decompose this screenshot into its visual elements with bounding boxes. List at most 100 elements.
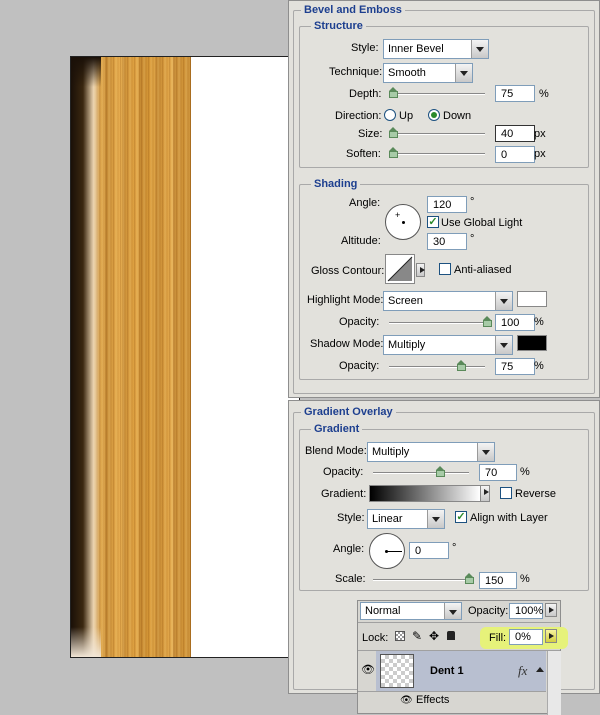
- gradient-opacity-thumb[interactable]: [436, 466, 445, 477]
- soften-unit: px: [534, 148, 546, 160]
- align-with-layer-label: Align with Layer: [470, 512, 548, 524]
- gradient-label: Gradient:: [321, 488, 367, 500]
- use-global-light-label: Use Global Light: [441, 217, 523, 229]
- altitude-label: Altitude:: [341, 235, 381, 247]
- shadow-mode-label: Shadow Mode:: [310, 338, 384, 350]
- depth-slider-track[interactable]: [389, 93, 485, 95]
- chevron-down-icon: [444, 603, 461, 619]
- highlight-color-swatch[interactable]: [517, 291, 547, 307]
- shadow-opacity-track[interactable]: [389, 366, 485, 368]
- dent-shadow-edge: [71, 57, 101, 657]
- gloss-contour-dropdown[interactable]: [416, 263, 425, 277]
- size-slider-thumb[interactable]: [389, 127, 398, 138]
- gradient-angle-dial[interactable]: [369, 533, 405, 569]
- gradient-angle-unit: °: [452, 542, 457, 554]
- use-global-light-checkbox[interactable]: ✓: [427, 216, 439, 228]
- shadow-opacity-unit: %: [534, 360, 544, 372]
- soften-slider-track[interactable]: [389, 153, 485, 155]
- layers-panel: Normal Opacity: 100% Lock: ✎ ✥ Fill: 0% …: [357, 600, 568, 715]
- gradient-opacity-unit: %: [520, 466, 530, 478]
- eye-icon[interactable]: 👁: [400, 695, 413, 706]
- shadow-color-swatch[interactable]: [517, 335, 547, 351]
- lock-all-icon[interactable]: [447, 631, 455, 640]
- gradient-angle-input[interactable]: 0: [409, 542, 449, 559]
- anti-aliased-checkbox[interactable]: [439, 263, 451, 275]
- eye-icon[interactable]: 👁: [361, 663, 375, 676]
- layer-blend-mode-select[interactable]: Normal: [360, 602, 462, 620]
- gradient-style-label: Style:: [337, 512, 365, 524]
- layer-thumbnail: [380, 654, 414, 688]
- gradient-style-select[interactable]: Linear: [367, 509, 445, 529]
- gradient-opacity-input[interactable]: 70: [479, 464, 517, 481]
- direction-down-label: Down: [443, 110, 472, 122]
- highlight-opacity-label: Opacity:: [339, 316, 380, 328]
- lock-label: Lock:: [362, 632, 389, 644]
- size-slider-track[interactable]: [389, 133, 485, 135]
- document-canvas[interactable]: [70, 56, 300, 658]
- layers-scrollbar[interactable]: [547, 651, 561, 715]
- highlight-opacity-thumb[interactable]: [483, 316, 492, 327]
- shadow-opacity-thumb[interactable]: [457, 360, 466, 371]
- fill-input[interactable]: 0%: [509, 629, 543, 645]
- angle-unit: °: [470, 196, 475, 208]
- crosshair-icon: +: [395, 210, 401, 220]
- chevron-down-icon: [477, 443, 494, 461]
- dial-center-dot: [385, 550, 388, 553]
- gradient-opacity-label: Opacity:: [323, 466, 364, 478]
- highlight-mode-select[interactable]: Screen: [383, 291, 513, 311]
- align-with-layer-checkbox[interactable]: ✓: [455, 511, 467, 523]
- size-label: Size:: [358, 128, 383, 140]
- direction-up-radio[interactable]: [384, 109, 396, 121]
- collapse-triangle-icon[interactable]: [536, 667, 544, 672]
- depth-input[interactable]: 75: [495, 85, 535, 102]
- style-select[interactable]: Inner Bevel: [383, 39, 489, 59]
- direction-up-label: Up: [399, 110, 414, 122]
- depth-slider-thumb[interactable]: [389, 87, 398, 98]
- fx-icon[interactable]: fx: [518, 663, 527, 679]
- chevron-down-icon: [495, 336, 512, 354]
- scale-slider-thumb[interactable]: [465, 573, 474, 584]
- effects-label: Effects: [416, 694, 450, 706]
- soften-input[interactable]: 0: [495, 146, 535, 163]
- fill-arrow[interactable]: [545, 629, 557, 643]
- shading-title: Shading: [311, 178, 361, 190]
- layer-opacity-arrow[interactable]: [545, 603, 557, 617]
- shadow-opacity-input[interactable]: 75: [495, 358, 535, 375]
- size-unit: px: [534, 128, 546, 140]
- angle-dial[interactable]: +: [385, 204, 421, 240]
- gradient-preview[interactable]: [369, 485, 481, 502]
- layer-name: Dent 1: [430, 665, 464, 677]
- layer-blend-mode-value: Normal: [365, 605, 401, 617]
- soften-slider-thumb[interactable]: [389, 147, 398, 158]
- scale-input[interactable]: 150: [479, 572, 517, 589]
- blend-mode-select[interactable]: Multiply: [367, 442, 495, 462]
- technique-label: Technique:: [329, 66, 383, 78]
- highlight-mode-value: Screen: [388, 295, 423, 307]
- highlight-opacity-input[interactable]: 100: [495, 314, 535, 331]
- layer-row-dent-1[interactable]: Dent 1 fx: [376, 651, 546, 691]
- layer-opacity-input[interactable]: 100%: [509, 603, 543, 619]
- gradient-opacity-track[interactable]: [373, 472, 469, 474]
- scale-slider-track[interactable]: [373, 579, 469, 581]
- gradient-style-value: Linear: [372, 513, 403, 525]
- depth-unit: %: [539, 88, 549, 100]
- bevel-emboss-title: Bevel and Emboss: [301, 4, 405, 16]
- lock-move-icon[interactable]: ✥: [429, 629, 439, 643]
- gradient-dropdown[interactable]: [480, 485, 490, 502]
- gloss-contour-swatch[interactable]: [385, 254, 415, 284]
- altitude-input[interactable]: 30: [427, 233, 467, 250]
- shadow-mode-select[interactable]: Multiply: [383, 335, 513, 355]
- lock-transparency-icon[interactable]: [395, 631, 405, 641]
- highlight-opacity-track[interactable]: [389, 322, 485, 324]
- fill-label: Fill:: [489, 632, 507, 644]
- lock-brush-icon[interactable]: ✎: [412, 629, 422, 643]
- direction-down-radio[interactable]: [428, 109, 440, 121]
- reverse-checkbox[interactable]: [500, 487, 512, 499]
- angle-input[interactable]: 120: [427, 196, 467, 213]
- size-input[interactable]: 40: [495, 125, 535, 142]
- gloss-contour-label: Gloss Contour:: [311, 265, 385, 277]
- style-label: Style:: [351, 42, 379, 54]
- dent-top-shadow: [71, 57, 101, 87]
- technique-select[interactable]: Smooth: [383, 63, 473, 83]
- depth-label: Depth:: [349, 88, 382, 100]
